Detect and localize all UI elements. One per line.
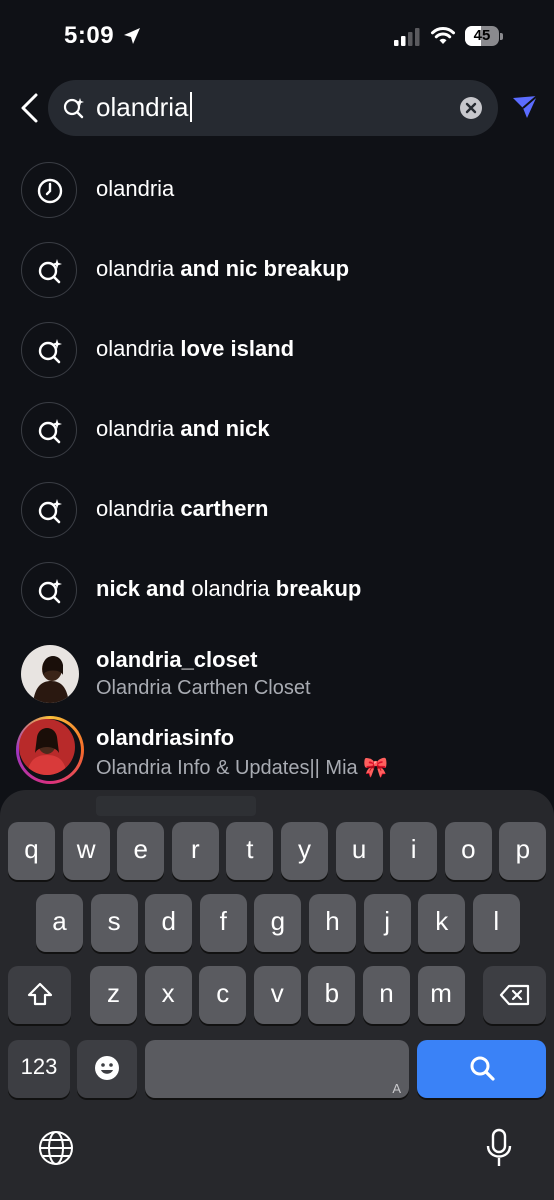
suggestion-text: olandria love island: [96, 336, 295, 361]
key-x[interactable]: x: [144, 966, 192, 1024]
clock-icon: [37, 178, 63, 204]
key-q[interactable]: q: [8, 822, 55, 880]
avatar: [21, 645, 79, 703]
backspace-key[interactable]: [483, 966, 546, 1024]
key-w[interactable]: w: [62, 822, 110, 880]
key-n[interactable]: n: [363, 966, 410, 1024]
suggestion-item[interactable]: olandria: [0, 150, 554, 230]
key-d[interactable]: d: [145, 894, 193, 952]
account-result[interactable]: olandria_closet Olandria Carthen Closet: [0, 636, 554, 710]
shift-key[interactable]: [8, 966, 71, 1024]
suggestion-item[interactable]: olandria carthern: [0, 470, 554, 550]
keyboard-overlay: [96, 796, 256, 816]
search-sparkle-icon: [63, 98, 84, 119]
key-z[interactable]: z: [90, 966, 137, 1024]
battery-indicator: 45: [465, 26, 503, 48]
cellular-signal-icon: [394, 28, 420, 46]
suggestion-text: nick and olandria breakup: [96, 576, 362, 601]
battery-level: 45: [473, 27, 491, 44]
suggestion-icon-circle: [21, 242, 77, 298]
status-bar: 5:09 45: [0, 0, 554, 74]
avatar-story-ring: [16, 716, 84, 784]
clear-icon: [465, 102, 477, 114]
key-s[interactable]: s: [90, 894, 138, 952]
key-g[interactable]: g: [254, 894, 302, 952]
search-sparkle-icon: [38, 579, 62, 604]
suggestion-text: olandria: [96, 176, 175, 201]
status-time: 5:09: [64, 22, 115, 49]
suggestion-icon-circle: [21, 562, 77, 618]
key-k[interactable]: k: [418, 894, 466, 952]
avatar: [19, 719, 75, 775]
clear-search-button[interactable]: [460, 97, 482, 119]
key-o[interactable]: o: [444, 822, 492, 880]
suggestion-item[interactable]: olandria and nic breakup: [0, 230, 554, 310]
key-h[interactable]: h: [309, 894, 356, 952]
key-e[interactable]: e: [117, 822, 165, 880]
key-c[interactable]: c: [199, 966, 247, 1024]
search-sparkle-icon: [38, 339, 62, 364]
search-input[interactable]: olandria: [96, 92, 192, 122]
search-sparkle-icon: [38, 419, 62, 444]
suggestion-icon-circle: [21, 402, 77, 458]
key-t[interactable]: t: [226, 822, 274, 880]
account-full-name: Olandria Carthen Closet: [96, 677, 311, 699]
account-username: olandriasinfo: [96, 725, 235, 750]
shift-icon: [27, 982, 52, 1006]
key-y[interactable]: y: [281, 822, 328, 880]
account-result[interactable]: olandriasinfo Olandria Info & Updates|| …: [0, 714, 554, 788]
emoji-key[interactable]: [77, 1040, 137, 1098]
location-arrow-icon: [124, 28, 140, 44]
suggestion-text: olandria carthern: [96, 496, 269, 521]
key-u[interactable]: u: [335, 822, 383, 880]
key-r[interactable]: r: [171, 822, 219, 880]
text-caret: [189, 92, 192, 122]
space-key[interactable]: A: [145, 1040, 409, 1098]
account-username: olandria_closet: [96, 647, 258, 672]
search-sparkle-icon: [38, 499, 62, 524]
suggestion-item[interactable]: nick and olandria breakup: [0, 550, 554, 630]
suggestion-icon-circle: [21, 482, 77, 538]
globe-icon[interactable]: [38, 1130, 74, 1166]
key-a[interactable]: a: [36, 894, 83, 952]
filter-icon[interactable]: [511, 94, 539, 120]
key-p[interactable]: p: [499, 822, 547, 880]
microphone-icon[interactable]: [484, 1128, 514, 1168]
key-v[interactable]: v: [253, 966, 301, 1024]
account-full-name: Olandria Info & Updates|| Mia 🎀: [96, 757, 389, 779]
key-m[interactable]: m: [417, 966, 465, 1024]
numbers-key[interactable]: 123: [8, 1040, 70, 1098]
key-b[interactable]: b: [308, 966, 356, 1024]
key-i[interactable]: i: [390, 822, 438, 880]
search-sparkle-icon: [38, 259, 62, 284]
keyboard: qwertyuiop asdfghjkl zxcvbnm 123 A: [0, 790, 554, 1200]
search-bar[interactable]: olandria: [48, 80, 498, 136]
search-key[interactable]: [417, 1040, 546, 1098]
suggestion-icon-circle: [21, 162, 77, 218]
suggestion-text: olandria and nick: [96, 416, 270, 441]
backspace-icon: [499, 984, 529, 1006]
emoji-icon: [95, 1056, 119, 1080]
space-key-mark: A: [392, 1081, 401, 1096]
suggestion-item[interactable]: olandria love island: [0, 310, 554, 390]
back-icon[interactable]: [16, 92, 46, 124]
key-l[interactable]: l: [472, 894, 520, 952]
key-f[interactable]: f: [199, 894, 247, 952]
suggestion-item[interactable]: olandria and nick: [0, 390, 554, 470]
key-j[interactable]: j: [363, 894, 411, 952]
wifi-icon: [431, 27, 455, 44]
suggestion-icon-circle: [21, 322, 77, 378]
suggestion-text: olandria and nic breakup: [96, 256, 350, 281]
search-icon: [470, 1056, 495, 1081]
